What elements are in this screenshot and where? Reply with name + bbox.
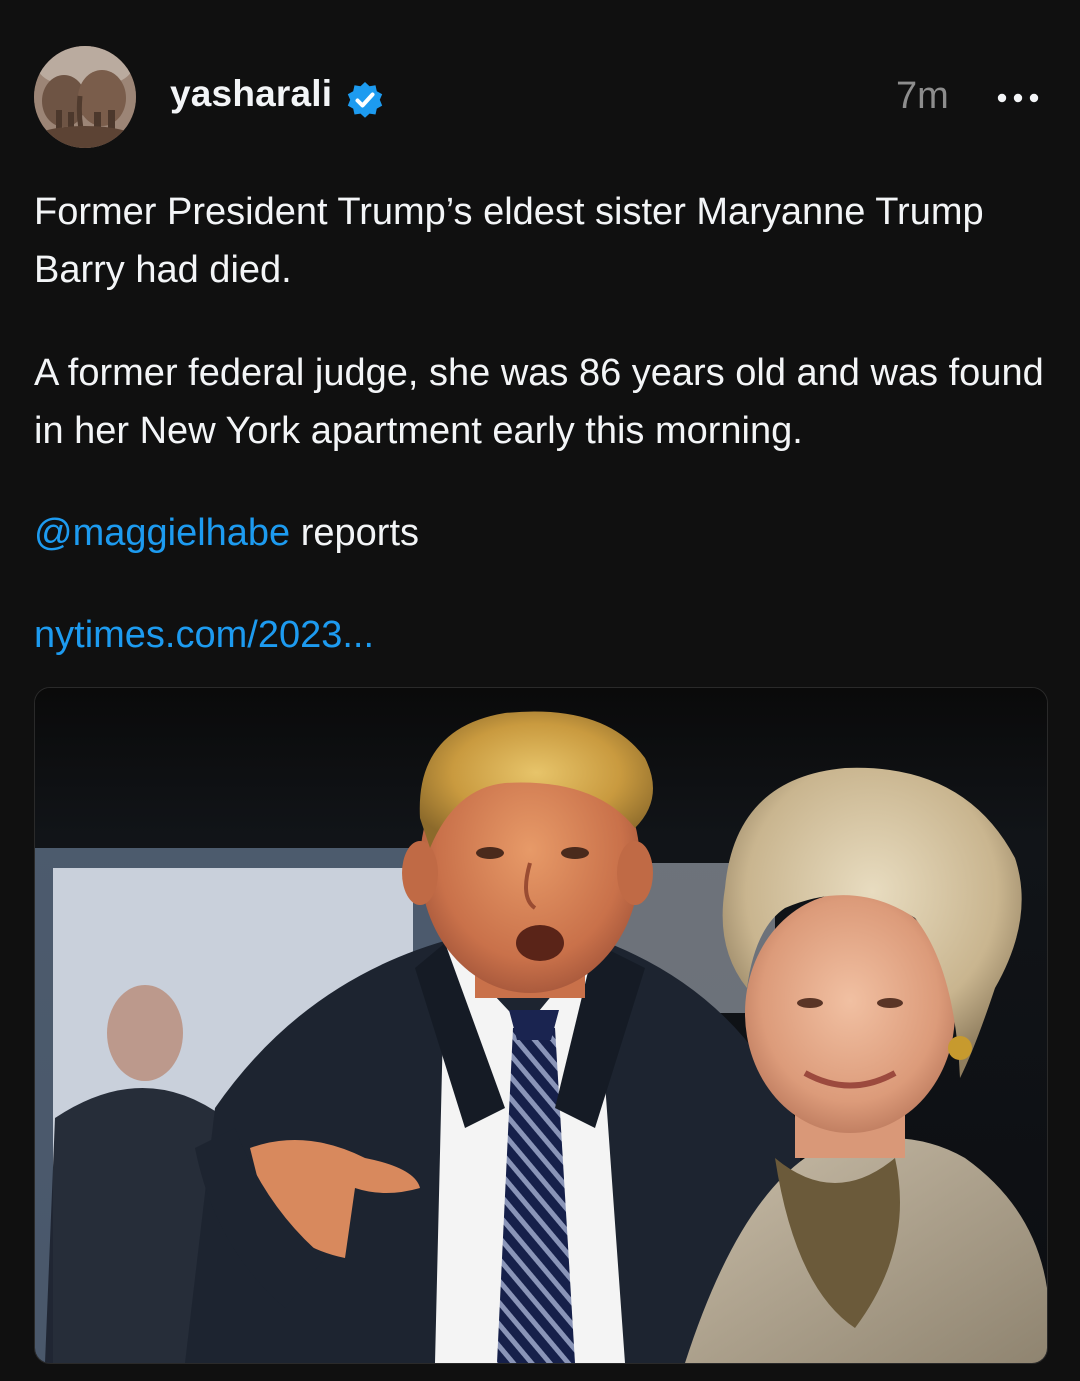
post-text-paragraph-4: nytimes.com/2023... [34,606,1044,664]
user-avatar[interactable] [34,46,136,148]
post-timestamp: 7m [896,75,949,117]
post-text-paragraph-1: Former President Trump’s eldest sister M… [34,191,984,291]
post-text-paragraph-2: A former federal judge, she was 86 years… [34,352,1044,452]
avatar-image [34,46,136,148]
article-link[interactable]: nytimes.com/2023... [34,614,374,656]
more-options-icon[interactable] [995,88,1041,108]
photo-content [35,688,1047,1363]
username[interactable]: yasharali [170,70,332,118]
post-image[interactable] [34,687,1048,1364]
mention-suffix: reports [290,512,420,554]
verified-badge-icon [347,82,383,118]
thread-post: yasharali 7m Former President Trump’s el… [0,0,1080,1381]
mention-link[interactable]: @maggielhabe [34,512,290,554]
post-text-paragraph-3: @maggielhabe reports [34,504,1044,562]
